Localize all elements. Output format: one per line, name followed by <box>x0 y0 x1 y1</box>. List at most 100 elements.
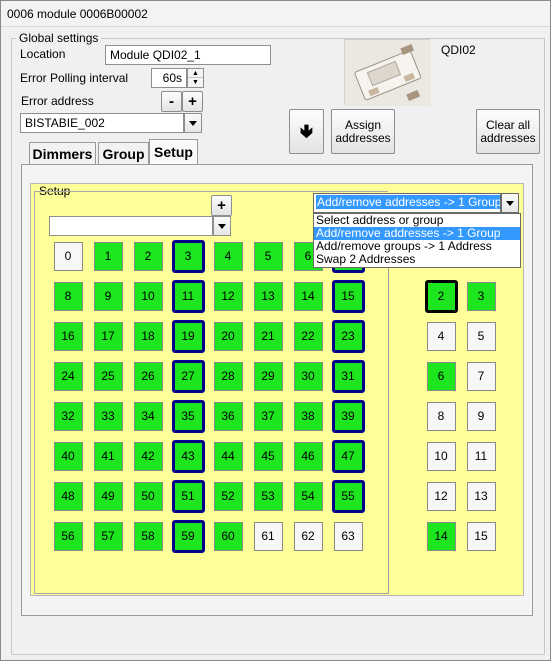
address-cell[interactable]: 61 <box>253 521 283 551</box>
polling-interval-input[interactable]: 60s <box>151 68 187 88</box>
address-cell[interactable]: 4 <box>213 241 243 271</box>
group-cell[interactable]: 10 <box>426 441 456 471</box>
address-cell[interactable]: 41 <box>93 441 123 471</box>
module-photo <box>344 39 431 106</box>
address-cell[interactable]: 12 <box>213 281 243 311</box>
address-cell[interactable]: 62 <box>293 521 323 551</box>
address-cell[interactable]: 56 <box>53 521 83 551</box>
location-label: Location <box>20 47 66 61</box>
address-cell[interactable]: 59 <box>171 519 205 553</box>
group-cell[interactable]: 12 <box>426 481 456 511</box>
address-cell[interactable]: 10 <box>133 281 163 311</box>
address-cell[interactable]: 49 <box>93 481 123 511</box>
address-cell[interactable]: 18 <box>133 321 163 351</box>
address-cell[interactable]: 36 <box>213 401 243 431</box>
address-cell[interactable]: 9 <box>93 281 123 311</box>
address-cell[interactable]: 46 <box>293 441 323 471</box>
address-cell[interactable]: 43 <box>171 439 205 473</box>
address-cell[interactable]: 53 <box>253 481 283 511</box>
address-cell[interactable]: 48 <box>53 481 83 511</box>
group-cell[interactable]: 7 <box>466 361 496 391</box>
address-cell[interactable]: 55 <box>331 479 365 513</box>
address-cell[interactable]: 19 <box>171 319 205 353</box>
group-cell[interactable]: 4 <box>426 321 456 351</box>
group-cell[interactable]: 9 <box>466 401 496 431</box>
spin-down-icon[interactable]: ▼ <box>188 78 203 87</box>
address-cell[interactable]: 2 <box>133 241 163 271</box>
address-cell[interactable]: 1 <box>93 241 123 271</box>
assign-addresses-button[interactable]: Assign addresses <box>331 109 395 154</box>
address-cell[interactable]: 27 <box>171 359 205 393</box>
address-cell[interactable]: 45 <box>253 441 283 471</box>
address-cell[interactable]: 5 <box>253 241 283 271</box>
address-cell[interactable]: 52 <box>213 481 243 511</box>
address-cell[interactable]: 63 <box>333 521 363 551</box>
address-cell[interactable]: 60 <box>213 521 243 551</box>
address-cell[interactable]: 38 <box>293 401 323 431</box>
group-cell[interactable]: 11 <box>466 441 496 471</box>
group-cell[interactable]: 8 <box>426 401 456 431</box>
add-group-button[interactable]: + <box>211 195 232 216</box>
address-cell[interactable]: 39 <box>331 399 365 433</box>
address-cell[interactable]: 32 <box>53 401 83 431</box>
address-cell[interactable]: 54 <box>293 481 323 511</box>
address-cell[interactable]: 29 <box>253 361 283 391</box>
clear-all-addresses-button[interactable]: Clear all addresses <box>476 109 540 154</box>
group-cell[interactable]: 3 <box>466 281 496 311</box>
location-input[interactable]: Module QDI02_1 <box>105 45 271 65</box>
tab-group[interactable]: Group <box>98 142 149 164</box>
tab-dimmers[interactable]: Dimmers <box>29 142 96 164</box>
group-cell[interactable]: 6 <box>426 361 456 391</box>
address-cell[interactable]: 25 <box>93 361 123 391</box>
address-cell[interactable]: 16 <box>53 321 83 351</box>
address-cell[interactable]: 40 <box>53 441 83 471</box>
address-cell[interactable]: 13 <box>253 281 283 311</box>
group-cell[interactable]: 5 <box>466 321 496 351</box>
address-cell[interactable]: 47 <box>331 439 365 473</box>
address-cell[interactable]: 42 <box>133 441 163 471</box>
chevron-down-icon <box>218 223 226 229</box>
address-cell[interactable]: 14 <box>293 281 323 311</box>
address-cell[interactable]: 23 <box>331 319 365 353</box>
address-cell[interactable]: 33 <box>93 401 123 431</box>
address-cell[interactable]: 20 <box>213 321 243 351</box>
group-cell[interactable]: 2 <box>424 279 458 313</box>
address-cell[interactable]: 44 <box>213 441 243 471</box>
address-cell[interactable]: 37 <box>253 401 283 431</box>
group-cell[interactable]: 14 <box>426 521 456 551</box>
add-error-address-button[interactable]: + <box>182 91 203 112</box>
address-cell[interactable]: 51 <box>171 479 205 513</box>
address-cell[interactable]: 31 <box>331 359 365 393</box>
address-cell[interactable]: 24 <box>53 361 83 391</box>
group-cell[interactable]: 15 <box>466 521 496 551</box>
address-cell[interactable]: 58 <box>133 521 163 551</box>
error-address-select[interactable]: BISTABIE_002 <box>20 113 184 133</box>
address-cell[interactable]: 0 <box>53 241 83 271</box>
address-cell[interactable]: 3 <box>171 239 205 273</box>
address-cell[interactable]: 22 <box>293 321 323 351</box>
tab-setup[interactable]: Setup <box>149 139 198 164</box>
error-address-dropdown-button[interactable] <box>184 113 202 133</box>
address-cell[interactable]: 30 <box>293 361 323 391</box>
address-cell[interactable]: 26 <box>133 361 163 391</box>
setup-search-select[interactable] <box>49 216 213 236</box>
move-down-button[interactable]: 🢃 <box>289 109 324 154</box>
remove-error-address-button[interactable]: - <box>161 91 182 112</box>
address-cell[interactable]: 11 <box>171 279 205 313</box>
address-cell[interactable]: 50 <box>133 481 163 511</box>
address-cell[interactable]: 35 <box>171 399 205 433</box>
polling-interval-spinner[interactable]: ▲ ▼ <box>187 68 204 88</box>
address-cell[interactable]: 21 <box>253 321 283 351</box>
address-cell[interactable]: 15 <box>331 279 365 313</box>
setup-search-dropdown-button[interactable] <box>213 216 231 236</box>
address-cell[interactable]: 28 <box>213 361 243 391</box>
mode-option[interactable]: Swap 2 Addresses <box>314 253 520 266</box>
address-cell[interactable]: 8 <box>53 281 83 311</box>
address-cell[interactable]: 57 <box>93 521 123 551</box>
mode-select[interactable]: Add/remove addresses -> 1 Group <box>313 193 501 213</box>
address-cell[interactable]: 34 <box>133 401 163 431</box>
mode-dropdown-button[interactable] <box>501 193 519 213</box>
spin-up-icon[interactable]: ▲ <box>188 69 203 78</box>
group-cell[interactable]: 13 <box>466 481 496 511</box>
address-cell[interactable]: 17 <box>93 321 123 351</box>
